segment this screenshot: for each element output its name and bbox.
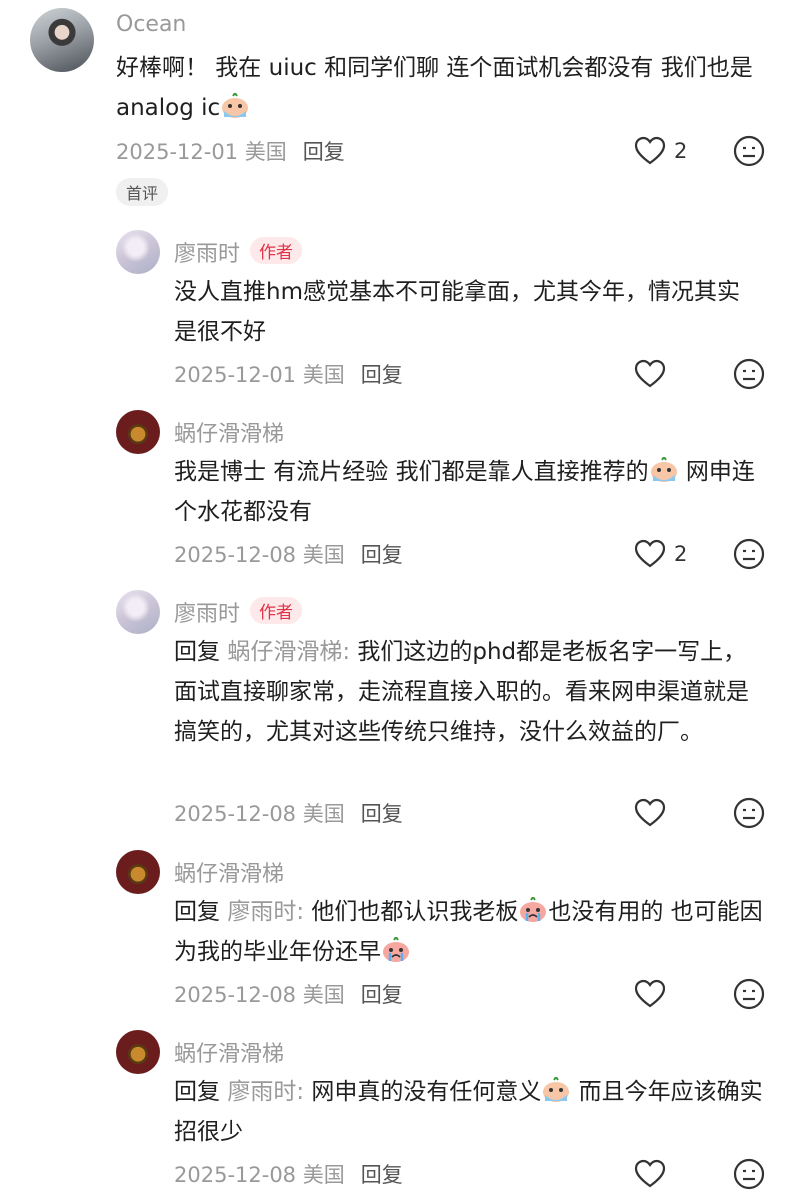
reply-to-user[interactable]: 廖雨时:	[227, 1079, 304, 1105]
reply-button[interactable]: 回复	[361, 543, 403, 567]
username[interactable]: 蜗仔滑滑梯	[174, 416, 284, 448]
comment-text: 回复 廖雨时: 他们也都认识我老板 也没有用的 也可能因为我的毕业年份还早	[174, 892, 764, 972]
like-button[interactable]: 2	[634, 134, 687, 168]
like-button[interactable]	[634, 977, 666, 1011]
crying-emoji	[381, 935, 411, 962]
username[interactable]: 廖雨时	[174, 242, 240, 267]
username[interactable]: 廖雨时	[174, 602, 240, 627]
heart-outline-icon	[634, 979, 666, 1008]
dislike-face-icon[interactable]	[733, 797, 765, 829]
comment-date: 2025-12-01 美国	[174, 363, 345, 387]
avatar[interactable]	[116, 1030, 160, 1074]
comment-text: 好棒啊！ 我在 uiuc 和同学们聊 连个面试机会都没有 我们也是 analog…	[116, 55, 753, 121]
like-count: 2	[674, 542, 688, 566]
comment-date: 2025-12-01 美国	[116, 140, 287, 164]
author-tag: 作者	[250, 237, 303, 264]
like-button[interactable]	[634, 1157, 666, 1191]
avatar[interactable]	[116, 230, 160, 274]
like-button[interactable]: 2	[634, 537, 687, 571]
comment-date: 2025-12-08 美国	[174, 1163, 345, 1187]
dislike-face-icon[interactable]	[733, 538, 765, 570]
dislike-face-icon[interactable]	[733, 135, 765, 167]
comment-text: 没人直推hm感觉基本不可能拿面，尤其今年，情况其实是很不好	[174, 279, 740, 345]
dislike-face-icon[interactable]	[733, 358, 765, 390]
comment-meta: 2025-12-08 美国 回复	[174, 798, 403, 828]
heart-outline-icon	[634, 798, 666, 827]
sweating-emoji	[541, 1075, 571, 1102]
reply-button[interactable]: 回复	[361, 802, 403, 826]
crying-emoji	[518, 895, 548, 922]
reply-button[interactable]: 回复	[361, 983, 403, 1007]
comment-meta: 2025-12-08 美国 回复	[174, 979, 403, 1009]
reply-button[interactable]: 回复	[361, 1163, 403, 1187]
comment-text: 回复 蜗仔滑滑梯: 我们这边的phd都是老板名字一写上，面试直接聊家常，走流程直…	[174, 639, 749, 745]
heart-outline-icon	[634, 1159, 666, 1188]
comment-text: 回复 廖雨时: 网申真的没有任何意义 而且今年应该确实招很少	[174, 1072, 764, 1152]
avatar[interactable]	[116, 410, 160, 454]
dislike-face-icon[interactable]	[733, 978, 765, 1010]
comment-date: 2025-12-08 美国	[174, 983, 345, 1007]
avatar[interactable]	[116, 850, 160, 894]
crying-emoji	[220, 91, 250, 118]
comment-meta: 2025-12-01 美国 回复	[174, 359, 403, 389]
heart-outline-icon	[634, 136, 666, 165]
reply-button[interactable]: 回复	[303, 140, 345, 164]
author-tag: 作者	[250, 597, 303, 624]
comment-date: 2025-12-08 美国	[174, 802, 345, 826]
first-comment-badge: 首评	[116, 178, 169, 206]
avatar[interactable]	[116, 590, 160, 634]
username[interactable]: Ocean	[116, 12, 186, 37]
comment-date: 2025-12-08 美国	[174, 543, 345, 567]
username[interactable]: 蜗仔滑滑梯	[174, 1036, 284, 1068]
like-button[interactable]	[634, 796, 666, 830]
like-button[interactable]	[634, 357, 666, 391]
sweating-emoji	[649, 455, 679, 482]
reply-to-user[interactable]: 廖雨时:	[227, 899, 304, 925]
comment-meta: 2025-12-01 美国 回复	[116, 136, 345, 166]
heart-outline-icon	[634, 359, 666, 388]
avatar[interactable]	[30, 8, 94, 72]
username-row: 廖雨时 作者	[174, 596, 303, 628]
reply-to-user[interactable]: 蜗仔滑滑梯:	[227, 639, 350, 665]
dislike-face-icon[interactable]	[733, 1158, 765, 1190]
comment-meta: 2025-12-08 美国 回复	[174, 1159, 403, 1189]
username-row: 廖雨时 作者	[174, 236, 303, 268]
username[interactable]: 蜗仔滑滑梯	[174, 856, 284, 888]
comment-text: 我是博士 有流片经验 我们都是靠人直接推荐的 网申连个水花都没有	[174, 452, 764, 532]
reply-button[interactable]: 回复	[361, 363, 403, 387]
heart-outline-icon	[634, 539, 666, 568]
like-count: 2	[674, 139, 688, 163]
comment-meta: 2025-12-08 美国 回复	[174, 539, 403, 569]
